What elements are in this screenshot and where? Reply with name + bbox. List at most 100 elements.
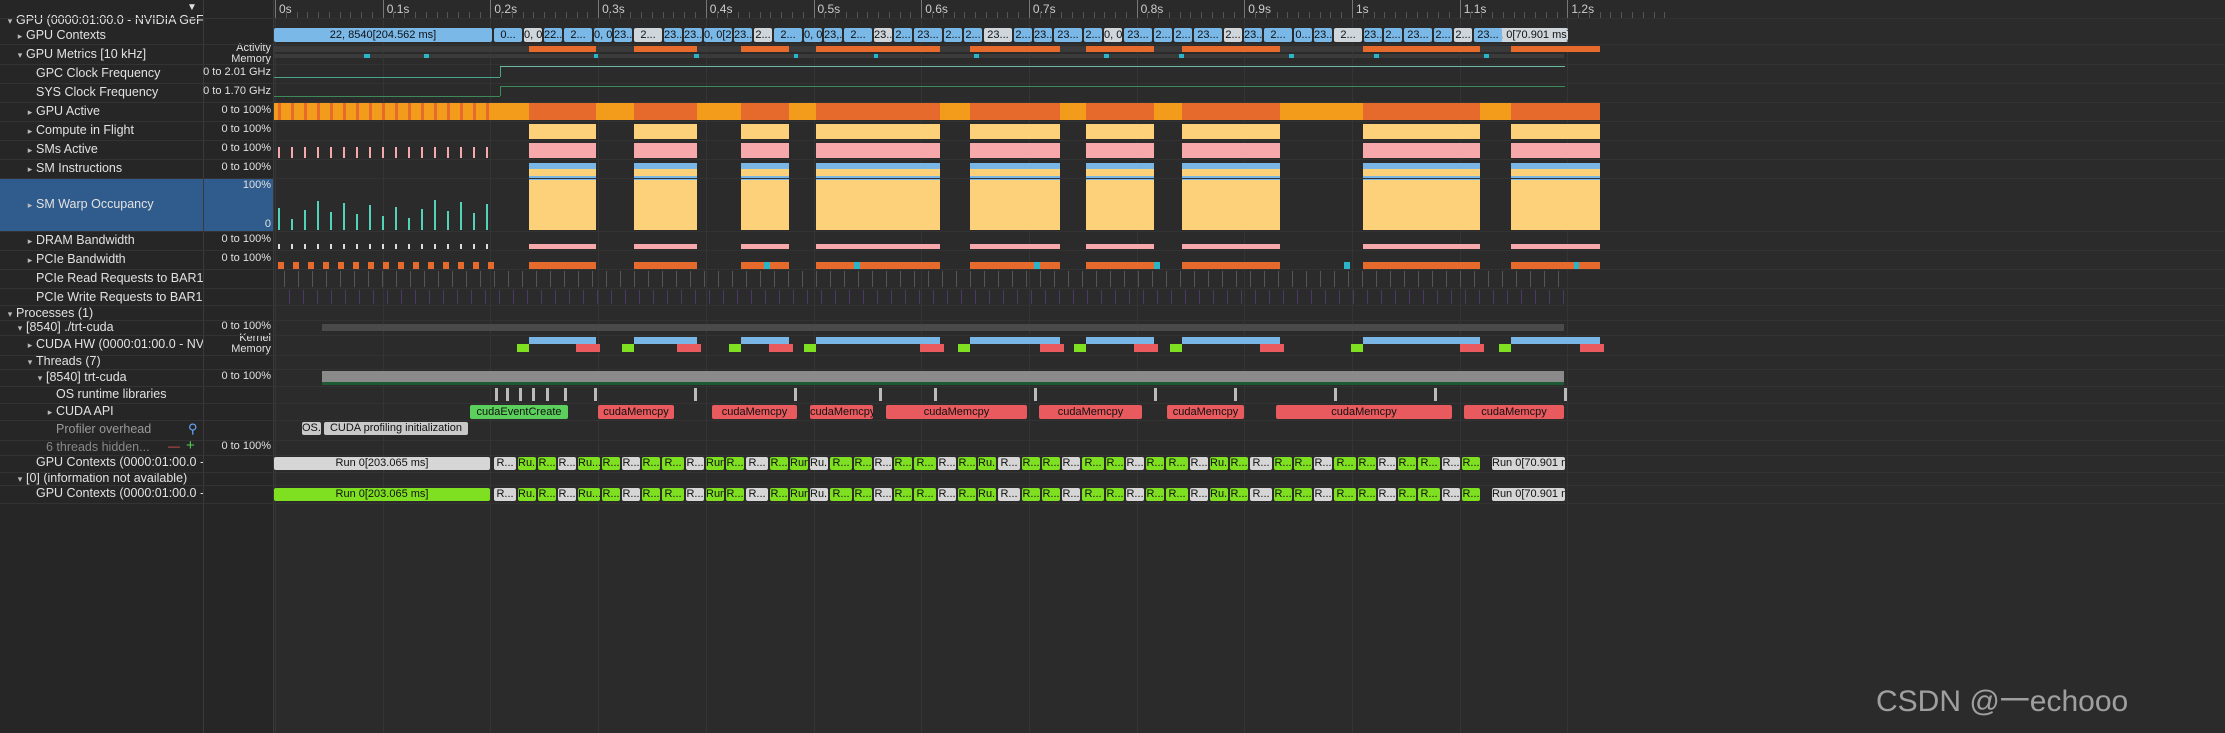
run-block-small[interactable]: R... — [726, 457, 744, 470]
run-block-small[interactable]: R... — [874, 457, 892, 470]
run-block-small[interactable]: R... — [1250, 457, 1272, 470]
run-block-small[interactable]: R... — [830, 457, 852, 470]
run-block-small[interactable]: R... — [1378, 457, 1396, 470]
context-block-small[interactable]: 23... — [664, 28, 682, 42]
context-block-small[interactable]: 23... — [1474, 28, 1502, 42]
run-block-small[interactable]: R... — [1230, 488, 1248, 501]
run-block-small[interactable]: R... — [914, 488, 936, 501]
run-block-small[interactable]: R... — [830, 488, 852, 501]
run-block-small[interactable]: R... — [1418, 457, 1440, 470]
run-block-small[interactable]: R... — [1334, 488, 1356, 501]
context-block-small[interactable]: 23... — [734, 28, 752, 42]
timeline-view[interactable]: 0s 0.1s 0.2s 0.3s 0.4s 0.5s 0.6s 0.7s 0.8s 0.9s 1s… — [274, 0, 2225, 733]
cuda-api-memcpy[interactable]: cudaMemcpy — [886, 405, 1027, 419]
run-block-small[interactable]: Run 0... — [790, 457, 808, 470]
run-block-small[interactable]: R... — [894, 457, 912, 470]
run-block-small[interactable]: Ru... — [578, 488, 600, 501]
run-block-small[interactable]: R... — [1274, 457, 1292, 470]
row-label-sm-warp[interactable]: ▸ SM Warp Occupancy — [24, 191, 203, 217]
link-icon[interactable]: ⚲ — [188, 421, 198, 437]
context-block-small[interactable]: 2... — [964, 28, 982, 42]
run-block-small[interactable]: R... — [854, 488, 872, 501]
run-block-small[interactable]: R... — [1358, 488, 1376, 501]
run-block-small[interactable]: R... — [1062, 488, 1080, 501]
context-block-small[interactable]: 2... — [1264, 28, 1292, 42]
context-block-small[interactable]: 2... — [774, 28, 802, 42]
context-block-small[interactable]: 23... — [1404, 28, 1432, 42]
run-block-small[interactable]: R... — [998, 488, 1020, 501]
context-block-small[interactable]: 2... — [1334, 28, 1362, 42]
run-block-small[interactable]: R... — [938, 488, 956, 501]
run-block[interactable]: Run 0[203.065 ms] — [274, 488, 490, 501]
run-block-small[interactable]: R... — [622, 457, 640, 470]
run-block-small[interactable]: Run 0... — [706, 488, 724, 501]
profiler-os-event[interactable]: OS... — [302, 422, 321, 435]
run-block-small[interactable]: R... — [1062, 457, 1080, 470]
run-block-small[interactable]: R... — [1294, 457, 1312, 470]
run-block-small[interactable]: R... — [538, 488, 556, 501]
context-block[interactable]: 22, 8540[204.562 ms] — [274, 28, 492, 42]
run-block-small[interactable]: R... — [1166, 488, 1188, 501]
context-block-small[interactable]: 23... — [684, 28, 702, 42]
run-block-small[interactable]: Run 0... — [790, 488, 808, 501]
run-block-small[interactable]: R... — [642, 488, 660, 501]
run-block-small[interactable]: R... — [726, 488, 744, 501]
run-block-small[interactable]: R... — [746, 457, 768, 470]
run-block-small[interactable]: R... — [854, 457, 872, 470]
run-block-small[interactable]: R... — [1442, 488, 1460, 501]
run-block-small[interactable]: R... — [1398, 488, 1416, 501]
run-block-small[interactable]: R... — [1166, 457, 1188, 470]
run-block-small[interactable]: R... — [494, 488, 516, 501]
remove-thread-icon[interactable]: — — [168, 439, 180, 453]
run-block-small[interactable]: R... — [1106, 488, 1124, 501]
run-block-small[interactable]: R... — [1418, 488, 1440, 501]
context-block-small[interactable]: 2... — [1224, 28, 1242, 42]
run-block-small[interactable]: R... — [914, 457, 936, 470]
context-block-small[interactable]: 23... — [1194, 28, 1222, 42]
context-block-small[interactable]: 0... — [1294, 28, 1312, 42]
run-block-small[interactable]: R... — [1314, 457, 1332, 470]
run-block-small[interactable]: R... — [1334, 457, 1356, 470]
context-block-small[interactable]: 23... — [1124, 28, 1152, 42]
run-block-small[interactable]: R... — [1398, 457, 1416, 470]
context-block-small[interactable]: 0... — [494, 28, 522, 42]
run-block-small[interactable]: Ru... — [978, 457, 996, 470]
run-block-small[interactable]: Ru... — [578, 457, 600, 470]
run-block-small[interactable]: R... — [1294, 488, 1312, 501]
context-block-small[interactable]: 23,... — [824, 28, 842, 42]
time-ruler[interactable]: 0s 0.1s 0.2s 0.3s 0.4s 0.5s 0.6s 0.7s 0.8s 0.9s 1s… — [274, 0, 2225, 19]
run-block-small[interactable]: Ru... — [810, 488, 828, 501]
context-block-small[interactable]: 0, 0[2... — [804, 28, 822, 42]
run-block[interactable]: Run 0[70.901 ms] — [1492, 488, 1565, 501]
context-block-small[interactable]: 23... — [1244, 28, 1262, 42]
cuda-api-memcpy[interactable]: cudaMemcpy — [1276, 405, 1452, 419]
run-block-small[interactable]: R... — [770, 488, 788, 501]
run-block-small[interactable]: R... — [1462, 488, 1480, 501]
run-block-small[interactable]: R... — [1042, 457, 1060, 470]
run-block-small[interactable]: R... — [494, 457, 516, 470]
run-block-small[interactable]: R... — [1022, 488, 1040, 501]
run-block-small[interactable]: R... — [1358, 457, 1376, 470]
run-block-small[interactable]: R... — [1230, 457, 1248, 470]
context-block-small[interactable]: 23... — [1314, 28, 1332, 42]
context-block-small[interactable]: 0, 0... — [524, 28, 542, 42]
expand-right-icon[interactable]: ▸ — [24, 192, 36, 217]
run-block-small[interactable]: R... — [1190, 457, 1208, 470]
run-block-small[interactable]: Ru... — [810, 457, 828, 470]
context-block-small[interactable]: 22... — [544, 28, 562, 42]
run-block-small[interactable]: R... — [1190, 488, 1208, 501]
run-block-small[interactable]: R... — [1314, 488, 1332, 501]
run-block-small[interactable]: R... — [998, 457, 1020, 470]
run-block-small[interactable]: R... — [1274, 488, 1292, 501]
run-block-small[interactable]: R... — [770, 457, 788, 470]
context-block-small[interactable]: 2... — [1154, 28, 1172, 42]
context-block-small[interactable]: 23... — [874, 28, 892, 42]
context-block-small[interactable]: 2... — [1454, 28, 1472, 42]
run-block-small[interactable]: R... — [602, 488, 620, 501]
run-block-small[interactable]: R... — [1022, 457, 1040, 470]
context-block-small[interactable]: 2... — [1434, 28, 1452, 42]
run-block-small[interactable]: R... — [1082, 457, 1104, 470]
run-block-small[interactable]: Ru... — [518, 488, 536, 501]
run-block-small[interactable]: Ru... — [1210, 457, 1228, 470]
cuda-api-memcpy[interactable]: cudaMemcpy — [1039, 405, 1142, 419]
